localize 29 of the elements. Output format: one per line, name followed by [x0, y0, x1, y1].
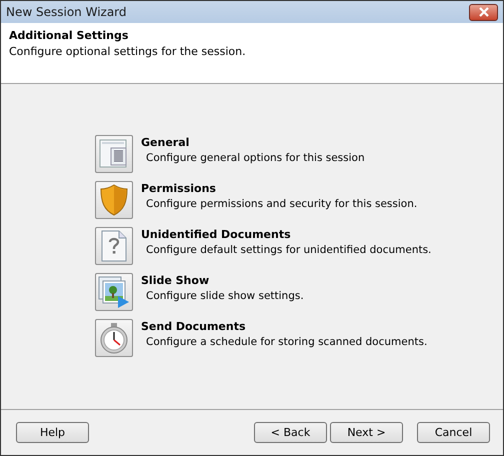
- question-document-icon: [101, 230, 127, 262]
- slideshow-icon: [98, 276, 130, 308]
- option-title: General: [141, 136, 190, 149]
- option-description: Configure permissions and security for this session.: [145, 198, 418, 210]
- option-button[interactable]: [95, 227, 133, 265]
- next-button[interactable]: Next >: [330, 422, 403, 443]
- back-button[interactable]: < Back: [254, 422, 327, 443]
- option-button[interactable]: [95, 319, 133, 357]
- close-button[interactable]: [469, 4, 498, 20]
- page-subtitle: Configure optional settings for the session.: [9, 45, 247, 58]
- shield-icon: [99, 184, 129, 216]
- page-title: Additional Settings: [9, 29, 130, 42]
- option-title: Unidentified Documents: [141, 228, 292, 241]
- option-description: Configure a schedule for storing scanned documents.: [145, 336, 428, 348]
- option-title: Slide Show: [141, 274, 210, 287]
- window-icon: [99, 139, 129, 169]
- option-button[interactable]: [95, 135, 133, 173]
- window-title: New Session Wizard: [6, 5, 128, 19]
- stopwatch-icon: [99, 322, 129, 354]
- option-description: Configure default settings for unidentified documents.: [145, 244, 432, 256]
- option-title: Permissions: [141, 182, 217, 195]
- option-button[interactable]: [95, 181, 133, 219]
- option-description: Configure slide show settings.: [145, 290, 304, 302]
- close-icon: [476, 7, 490, 17]
- option-description: Configure general options for this session: [145, 152, 365, 164]
- option-title: Send Documents: [141, 320, 247, 333]
- cancel-button[interactable]: Cancel: [417, 422, 490, 443]
- help-button[interactable]: Help: [16, 422, 89, 443]
- option-button[interactable]: [95, 273, 133, 311]
